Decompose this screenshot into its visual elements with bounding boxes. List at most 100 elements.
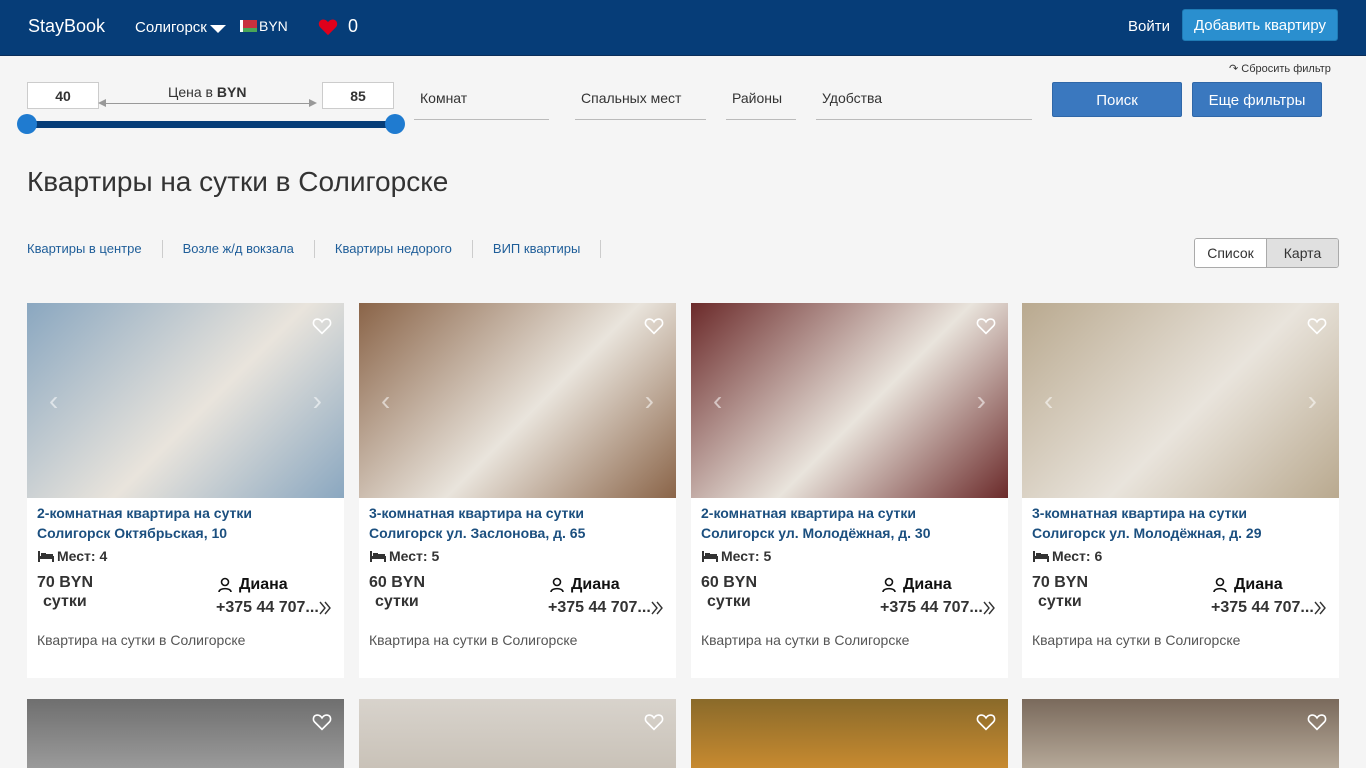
listing-photo[interactable]: ‹ › — [1022, 303, 1339, 498]
prev-photo-arrow[interactable]: ‹ — [1044, 385, 1053, 417]
owner-phone[interactable]: +375 44 707... — [880, 599, 983, 617]
bed-icon — [38, 551, 54, 562]
next-photo-arrow[interactable]: › — [1308, 385, 1317, 417]
bed-icon — [702, 551, 718, 562]
listing-address[interactable]: Солигорск ул. Молодёжная, д. 30 — [701, 523, 1001, 543]
listing-photo[interactable]: ‹ › — [359, 303, 676, 498]
listing-photo[interactable]: ‹ › — [691, 303, 1008, 498]
listing-card[interactable] — [691, 699, 1008, 768]
owner-name: Диана — [1234, 576, 1283, 593]
owner-name: Диана — [571, 576, 620, 593]
listing-card[interactable]: ‹ › 3-комнатная квартира на сутки Солиго… — [1022, 303, 1339, 678]
places-count: Мест: 5 — [721, 548, 772, 564]
double-chevron-right-icon[interactable] — [983, 601, 995, 615]
favorites-count[interactable]: 0 — [348, 16, 358, 37]
city-selector[interactable]: Солигорск — [135, 19, 207, 36]
listing-card[interactable]: ‹ › 3-комнатная квартира на сутки Солиго… — [359, 303, 676, 678]
listing-card[interactable]: ‹ › 2-комнатная квартира на сутки Солиго… — [691, 303, 1008, 678]
price-period: сутки — [43, 593, 87, 610]
heart-outline-icon[interactable] — [644, 317, 664, 335]
listing-card[interactable] — [359, 699, 676, 768]
price-period: сутки — [375, 593, 419, 610]
prev-photo-arrow[interactable]: ‹ — [49, 385, 58, 417]
listing-photo[interactable] — [359, 699, 676, 768]
listing-title[interactable]: 2-комнатная квартира на сутки Солигорск … — [37, 503, 337, 543]
heart-outline-icon[interactable] — [312, 713, 332, 731]
listing-photo[interactable] — [691, 699, 1008, 768]
listing-card[interactable] — [27, 699, 344, 768]
listing-address[interactable]: Солигорск ул. Молодёжная, д. 29 — [1032, 523, 1332, 543]
heart-outline-icon[interactable] — [976, 713, 996, 731]
listing-card[interactable] — [1022, 699, 1339, 768]
listing-photo[interactable] — [27, 699, 344, 768]
login-link[interactable]: Войти — [1128, 18, 1170, 35]
rooms-select[interactable]: Комнат — [414, 82, 549, 120]
quick-link-cheap[interactable]: Квартиры недорого — [315, 240, 473, 258]
heart-outline-icon[interactable] — [312, 317, 332, 335]
prev-photo-arrow[interactable]: ‹ — [713, 385, 722, 417]
owner-phone[interactable]: +375 44 707... — [216, 599, 319, 617]
double-chevron-right-icon[interactable] — [1314, 601, 1326, 615]
districts-select[interactable]: Районы — [726, 82, 796, 120]
add-apartment-button[interactable]: Добавить квартиру — [1182, 9, 1338, 41]
owner-phone[interactable]: +375 44 707... — [1211, 599, 1314, 617]
amenities-select[interactable]: Удобства — [816, 82, 1032, 120]
listing-title[interactable]: 3-комнатная квартира на сутки Солигорск … — [1032, 503, 1332, 543]
heart-outline-icon[interactable] — [976, 317, 996, 335]
listing-price: 70 BYN — [37, 574, 94, 591]
price-slider-min-handle[interactable] — [17, 114, 37, 134]
price-slider-max-handle[interactable] — [385, 114, 405, 134]
currency-selector[interactable]: BYN — [259, 18, 288, 34]
arrow-right-icon — [309, 99, 317, 107]
listing-address[interactable]: Солигорск ул. Заслонова, д. 65 — [369, 523, 669, 543]
price-label-currency: BYN — [216, 84, 247, 100]
beds-select[interactable]: Спальных мест — [575, 82, 706, 120]
heart-outline-icon[interactable] — [644, 713, 664, 731]
site-logo[interactable]: StayBook — [28, 16, 105, 37]
chevron-down-icon[interactable] — [210, 25, 226, 33]
arrow-left-icon — [98, 99, 106, 107]
quick-link-vip[interactable]: ВИП квартиры — [473, 240, 602, 258]
places-count: Мест: 6 — [1052, 548, 1103, 564]
heart-icon[interactable] — [318, 18, 338, 36]
next-photo-arrow[interactable]: › — [645, 385, 654, 417]
user-icon — [882, 577, 896, 593]
listing-title-line1[interactable]: 3-комнатная квартира на сутки — [369, 503, 669, 523]
listing-address[interactable]: Солигорск Октябрьская, 10 — [37, 523, 337, 543]
listing-title-line1[interactable]: 3-комнатная квартира на сутки — [1032, 503, 1332, 523]
listing-title[interactable]: 3-комнатная квартира на сутки Солигорск … — [369, 503, 669, 543]
listing-photo[interactable]: ‹ › — [27, 303, 344, 498]
price-slider-track[interactable] — [27, 121, 395, 128]
listing-title-line1[interactable]: 2-комнатная квартира на сутки — [701, 503, 1001, 523]
user-icon — [550, 577, 564, 593]
listing-title-line1[interactable]: 2-комнатная квартира на сутки — [37, 503, 337, 523]
price-label: Цена в BYN — [168, 84, 246, 100]
map-view-button[interactable]: Карта — [1266, 239, 1338, 267]
listing-photo[interactable] — [1022, 699, 1339, 768]
search-button[interactable]: Поиск — [1052, 82, 1182, 117]
double-chevron-right-icon[interactable] — [319, 601, 331, 615]
quick-link-center[interactable]: Квартиры в центре — [27, 240, 163, 258]
next-photo-arrow[interactable]: › — [977, 385, 986, 417]
price-min-input[interactable]: 40 — [27, 82, 99, 109]
heart-outline-icon[interactable] — [1307, 317, 1327, 335]
places-count: Мест: 5 — [389, 548, 440, 564]
list-view-button[interactable]: Список — [1195, 239, 1266, 267]
belarus-flag-icon — [240, 20, 257, 32]
top-navbar: StayBook Солигорск BYN 0 Войти Добавить … — [0, 0, 1366, 56]
next-photo-arrow[interactable]: › — [313, 385, 322, 417]
quick-link-station[interactable]: Возле ж/д вокзала — [163, 240, 315, 258]
price-max-input[interactable]: 85 — [322, 82, 394, 109]
reset-filter-link[interactable]: ↷ Сбросить фильтр — [1229, 62, 1331, 75]
more-filters-button[interactable]: Еще фильтры — [1192, 82, 1322, 117]
prev-photo-arrow[interactable]: ‹ — [381, 385, 390, 417]
quick-links: Квартиры в центре Возле ж/д вокзала Квар… — [27, 240, 602, 260]
owner-name: Диана — [903, 576, 952, 593]
listing-description: Квартира на сутки в Солигорске — [37, 632, 246, 648]
double-chevron-right-icon[interactable] — [651, 601, 663, 615]
heart-outline-icon[interactable] — [1307, 713, 1327, 731]
listing-title[interactable]: 2-комнатная квартира на сутки Солигорск … — [701, 503, 1001, 543]
listing-card[interactable]: ‹ › 2-комнатная квартира на сутки Солиго… — [27, 303, 344, 678]
owner-phone[interactable]: +375 44 707... — [548, 599, 651, 617]
view-toggle: Список Карта — [1194, 238, 1339, 268]
